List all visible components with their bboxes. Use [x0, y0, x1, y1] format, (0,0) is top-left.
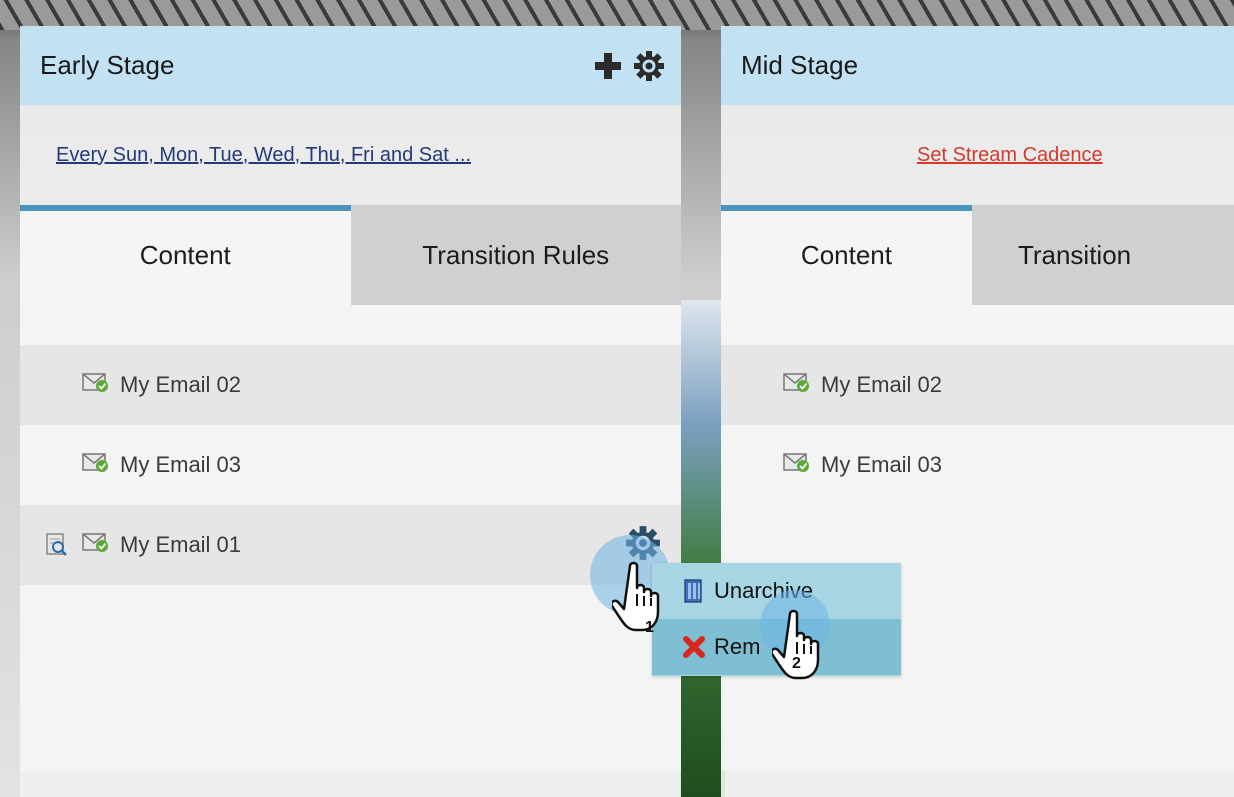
tab-transition-rules[interactable]: Transition Rules [350, 205, 681, 305]
unarchive-icon [682, 578, 706, 604]
list-item-label: My Email 03 [120, 452, 242, 477]
stage-tabs: Content Transition Rules [20, 205, 681, 305]
remove-icon [682, 635, 706, 659]
background-greenery [680, 300, 725, 797]
preview-icon[interactable] [46, 533, 68, 563]
stage-panel-early: Early Stage Every Sun, Mon, Tue, Wed, Th… [20, 26, 681, 797]
email-icon [783, 451, 811, 479]
stage-title: Early Stage [40, 50, 175, 80]
cadence-link[interactable]: Every Sun, Mon, Tue, Wed, Thu, Fri and S… [56, 144, 471, 167]
menu-item-label: Rem [714, 634, 761, 659]
list-item[interactable]: My Email 02 [20, 345, 681, 425]
hand-cursor-step-2: 2 [770, 608, 832, 690]
email-icon [82, 451, 110, 479]
list-item-label: My Email 03 [821, 452, 943, 477]
list-item[interactable]: My Email 02 [721, 345, 1234, 425]
header-actions [593, 50, 665, 82]
stage-tabs: Content Transition [721, 205, 1234, 305]
cadence-row: Every Sun, Mon, Tue, Wed, Thu, Fri and S… [20, 105, 681, 205]
email-icon [82, 531, 110, 559]
list-item[interactable]: My Email 03 [20, 425, 681, 505]
set-cadence-link[interactable]: Set Stream Cadence [917, 144, 1103, 167]
list-item-label: My Email 02 [821, 372, 943, 397]
list-item-label: My Email 02 [120, 372, 242, 397]
stage-header: Mid Stage [721, 26, 1234, 105]
email-icon [82, 371, 110, 399]
hand-cursor-step-1: 1 [610, 560, 672, 642]
tab-content[interactable]: Content [721, 205, 972, 305]
gear-icon[interactable] [633, 50, 665, 82]
list-item[interactable]: My Email 01 [20, 505, 681, 585]
tab-transition-rules[interactable]: Transition [971, 205, 1234, 305]
cadence-row: Set Stream Cadence [721, 105, 1234, 205]
cursor-step-label: 2 [792, 655, 801, 672]
tab-content[interactable]: Content [20, 205, 351, 305]
list-item-label: My Email 01 [120, 532, 242, 557]
email-icon [783, 371, 811, 399]
stage-header: Early Stage [20, 26, 681, 105]
cursor-step-label: 1 [645, 619, 654, 636]
content-list: My Email 02 My Email 03 My Email 01 [20, 305, 681, 771]
content-list: My Email 02 My Email 03 [721, 305, 1234, 771]
list-item[interactable]: My Email 03 [721, 425, 1234, 505]
plus-icon[interactable] [593, 51, 623, 81]
stage-title: Mid Stage [741, 50, 859, 80]
